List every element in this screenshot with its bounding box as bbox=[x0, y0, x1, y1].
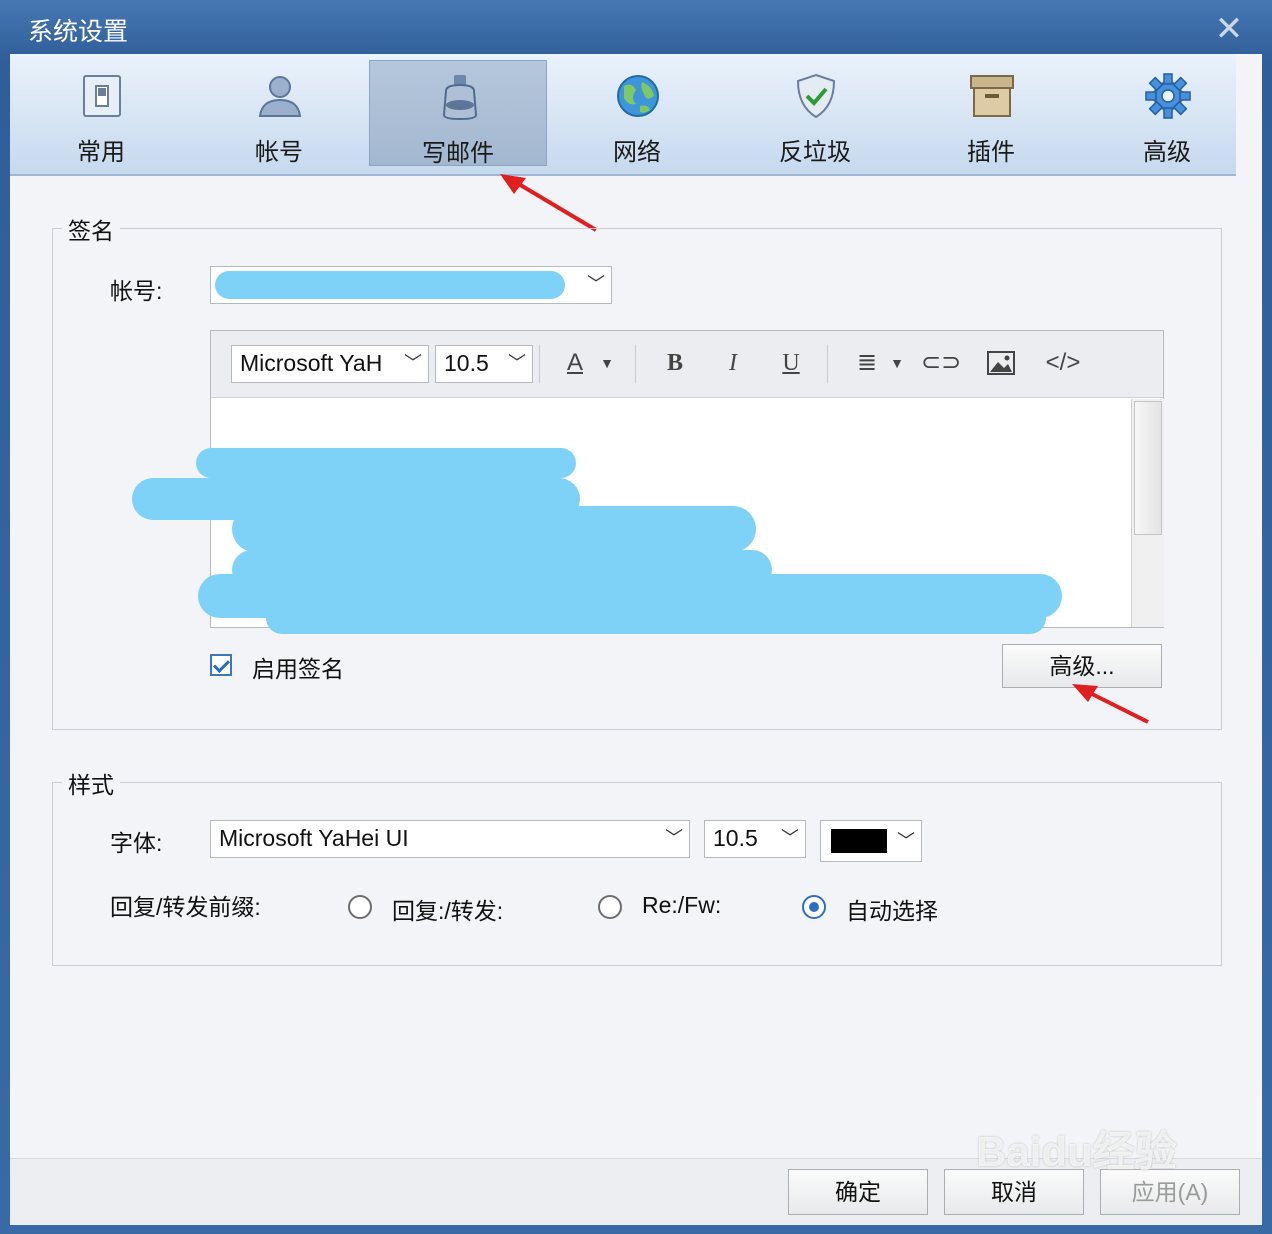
align-icon[interactable]: ≣ bbox=[847, 345, 887, 381]
font-size-value: 10.5 bbox=[444, 350, 489, 376]
prefix-option-auto-label: 自动选择 bbox=[846, 898, 938, 924]
style-font-value: Microsoft YaHei UI bbox=[219, 825, 409, 851]
chevron-down-icon: ﹀ bbox=[587, 274, 605, 294]
annotation-arrow bbox=[500, 174, 598, 232]
style-font-select[interactable]: Microsoft YaHei UI ﹀ bbox=[210, 820, 690, 858]
prefix-option-english-label: Re:/Fw: bbox=[642, 892, 722, 918]
tab-compose[interactable]: 写邮件 bbox=[369, 60, 547, 167]
font-color-icon[interactable]: A bbox=[555, 345, 595, 381]
source-code-icon[interactable]: </> bbox=[1043, 345, 1083, 381]
box-icon bbox=[970, 75, 1014, 117]
prefix-option-english-radio[interactable] bbox=[598, 895, 622, 919]
style-size-value: 10.5 bbox=[713, 825, 758, 851]
tab-label: 常用 bbox=[77, 139, 125, 166]
category-toolbar: 常用 帐号 写邮件 网络 反垃圾 插件 高级 bbox=[10, 54, 1236, 176]
shield-icon bbox=[796, 73, 836, 119]
font-family-select[interactable]: Microsoft YaH ﹀ bbox=[231, 345, 429, 383]
tab-label: 写邮件 bbox=[422, 140, 494, 167]
editor-scrollbar[interactable] bbox=[1131, 399, 1164, 627]
globe-icon bbox=[617, 75, 659, 117]
tab-label: 插件 bbox=[967, 139, 1015, 166]
style-group-label: 样式 bbox=[62, 766, 120, 800]
font-size-select[interactable]: 10.5 ﹀ bbox=[435, 345, 533, 383]
gear-icon bbox=[1145, 73, 1191, 119]
image-icon[interactable] bbox=[981, 345, 1021, 381]
enable-signature-label: 启用签名 bbox=[252, 656, 344, 682]
tab-label: 网络 bbox=[613, 139, 661, 166]
tab-antispam[interactable]: 反垃圾 bbox=[726, 60, 904, 166]
font-family-value: Microsoft YaH bbox=[240, 350, 383, 376]
tab-label: 高级 bbox=[1143, 139, 1191, 166]
signature-group-label: 签名 bbox=[62, 212, 120, 246]
color-swatch bbox=[831, 829, 887, 853]
annotation-arrow bbox=[1072, 684, 1149, 724]
style-color-picker[interactable]: ﹀ bbox=[820, 820, 922, 862]
tab-advanced[interactable]: 高级 bbox=[1078, 60, 1256, 166]
style-size-select[interactable]: 10.5 ﹀ bbox=[704, 820, 806, 858]
redacted-mark bbox=[196, 448, 576, 478]
bold-icon[interactable]: B bbox=[655, 345, 695, 381]
chevron-down-icon: ﹀ bbox=[665, 828, 683, 848]
editor-toolbar: Microsoft YaH ﹀ 10.5 ﹀ A ▼ B I U ≣ ▼ ⊂⊃ bbox=[211, 331, 1163, 398]
scrollbar-thumb[interactable] bbox=[1134, 401, 1162, 535]
underline-icon[interactable]: U bbox=[771, 345, 811, 381]
tab-plugins[interactable]: 插件 bbox=[902, 60, 1080, 166]
user-icon bbox=[258, 76, 302, 117]
chevron-down-icon: ﹀ bbox=[508, 353, 526, 373]
tab-account[interactable]: 帐号 bbox=[190, 60, 368, 166]
prefix-option-auto-radio[interactable] bbox=[802, 895, 826, 919]
font-label: 字体: bbox=[110, 830, 163, 856]
tab-network[interactable]: 网络 bbox=[548, 60, 726, 166]
account-label: 帐号: bbox=[110, 278, 163, 304]
link-icon[interactable]: ⊂⊃ bbox=[921, 345, 961, 381]
close-icon[interactable]: ✕ bbox=[1212, 12, 1246, 46]
font-color-dropdown-icon[interactable]: ▼ bbox=[595, 345, 619, 381]
prefix-option-chinese-radio[interactable] bbox=[348, 895, 372, 919]
inkpot-icon bbox=[442, 75, 478, 121]
ok-button[interactable]: 确定 bbox=[788, 1169, 928, 1215]
account-dropdown[interactable]: ﹀ bbox=[210, 266, 612, 304]
prefix-option-chinese-label: 回复:/转发: bbox=[392, 898, 504, 924]
chevron-down-icon: ﹀ bbox=[897, 831, 915, 851]
settings-window: 系统设置 ✕ 常用 帐号 写邮件 网络 反垃圾 插件 高级 签名 帐号: ﹀ M… bbox=[0, 0, 1272, 1234]
chevron-down-icon: ﹀ bbox=[404, 353, 422, 373]
chevron-down-icon: ﹀ bbox=[781, 828, 799, 848]
redacted-mark bbox=[215, 271, 565, 299]
client-area: 常用 帐号 写邮件 网络 反垃圾 插件 高级 签名 帐号: ﹀ Microsof… bbox=[10, 54, 1262, 1225]
redacted-mark bbox=[232, 506, 756, 552]
redacted-mark bbox=[266, 602, 1046, 634]
watermark: Baidu经验 bbox=[976, 1128, 1177, 1175]
switch-icon bbox=[83, 75, 121, 117]
style-group bbox=[52, 782, 1222, 966]
align-dropdown-icon[interactable]: ▼ bbox=[887, 345, 907, 381]
window-title: 系统设置 bbox=[28, 18, 129, 46]
tab-label: 反垃圾 bbox=[779, 139, 851, 166]
enable-signature-checkbox[interactable] bbox=[210, 654, 232, 676]
tab-general[interactable]: 常用 bbox=[12, 60, 190, 166]
tab-label: 帐号 bbox=[255, 139, 303, 166]
prefix-label: 回复/转发前缀: bbox=[110, 894, 261, 920]
italic-icon[interactable]: I bbox=[713, 345, 753, 381]
